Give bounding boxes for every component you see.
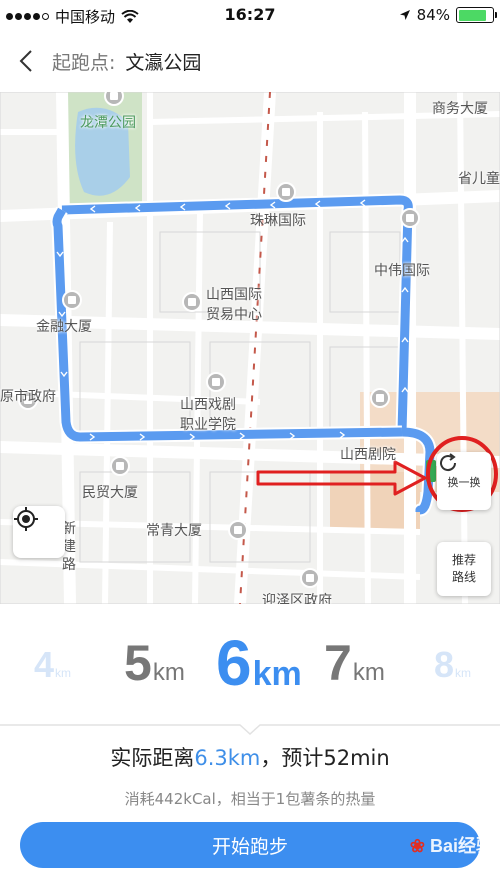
map-label-minying: 民贸大厦 [82, 485, 138, 501]
map-label-zhulin: 珠琳国际 [250, 213, 306, 229]
map-label-yingze-gov: 迎泽区政府 [262, 593, 332, 604]
recommend-route-button[interactable]: 推荐 路线 [437, 542, 491, 596]
distance-option-value: 4 [34, 644, 55, 685]
battery-fill [458, 9, 487, 21]
actual-distance: 实际距离6.3km，预计52min [0, 742, 500, 772]
location-arrow-icon [399, 10, 410, 20]
estimated-time: ，预计52min [260, 746, 390, 770]
poi-icon [276, 182, 296, 202]
distance-option-6-selected[interactable]: 6 km [216, 626, 302, 700]
watermark-text: Bai经验 [429, 836, 494, 856]
chevron-left-icon [19, 50, 32, 72]
map-label-changqing: 常青大厦 [146, 523, 202, 539]
battery-icon [456, 7, 497, 23]
poi-icon [400, 208, 420, 228]
start-point-name: 文瀛公园 [125, 51, 202, 74]
distance-option-unit: km [252, 655, 302, 693]
map-label-shangwu: 商务大厦 [432, 101, 488, 117]
distance-option-unit: km [455, 666, 472, 680]
calorie-info: 消耗442kCal，相当于1包薯条的热量 [124, 790, 376, 808]
distance-option-5[interactable]: 5 km [124, 634, 185, 692]
baidu-jingyan-watermark: ❀ Bai经验 [410, 832, 494, 858]
status-bar: 中国移动 16:27 84% [0, 0, 500, 30]
nav-bar: 起跑点: 文瀛公园 [0, 30, 500, 92]
distance-option-8[interactable]: 8 km [434, 644, 471, 686]
map-label-jinrong: 金融大厦 [36, 319, 92, 335]
distance-option-value: 6 [216, 627, 252, 699]
distance-picker[interactable]: 4 km 5 km 6 km 7 km 8 km [0, 604, 500, 724]
battery-percent: 84% [416, 6, 450, 24]
map-view[interactable]: 龙潭公园 商务大厦 省儿童 珠琳国际 中伟国际 山西国际 贸易中心 金融大厦 山… [0, 92, 500, 604]
switch-route-label: 换一换 [447, 476, 481, 489]
start-point-label: 起跑点: [52, 51, 116, 74]
actual-distance-value: 6.3km [194, 746, 261, 770]
map-label-shanxi-trade: 贸易中心 [206, 307, 262, 323]
poi-icon [182, 292, 202, 312]
recommend-route-label-2: 路线 [451, 570, 476, 584]
map-label-shengji: 省儿童 [458, 171, 500, 187]
page-title: 起跑点: 文瀛公园 [52, 48, 201, 75]
poi-icon [62, 290, 82, 310]
poi-icon [228, 520, 248, 540]
locate-icon [14, 507, 38, 531]
map-label-theater: 山西剧院 [340, 447, 396, 463]
locate-button[interactable] [13, 506, 65, 558]
map-label-drama-school: 山西戏剧 [180, 397, 236, 413]
poi-icon [370, 388, 390, 408]
map-label-city-gov: 原市政府 [0, 389, 56, 405]
distance-option-value: 7 [324, 635, 352, 691]
distance-option-7[interactable]: 7 km [324, 634, 385, 692]
distance-option-unit: km [55, 666, 72, 680]
picker-divider [0, 724, 500, 736]
actual-distance-prefix: 实际距离 [110, 746, 195, 770]
distance-option-unit: km [152, 659, 185, 686]
poi-icon [110, 456, 130, 476]
distance-option-unit: km [352, 659, 385, 686]
recommend-route-label-1: 推荐 [451, 553, 476, 567]
switch-route-button[interactable]: 换一换 [437, 452, 491, 510]
poi-icon [300, 568, 320, 588]
back-button[interactable] [0, 30, 52, 92]
map-label-zhongwei: 中伟国际 [374, 263, 430, 279]
map-label-shanxi-intl: 山西国际 [206, 287, 262, 303]
paw-icon: ❀ [409, 836, 425, 856]
map-label-drama-school-2: 职业学院 [180, 417, 236, 433]
distance-option-4[interactable]: 4 km [34, 644, 71, 686]
map-label-longtan-park: 龙潭公园 [80, 115, 136, 131]
distance-option-value: 8 [434, 644, 455, 685]
distance-option-value: 5 [124, 635, 152, 691]
status-right: 84% [399, 6, 497, 24]
refresh-icon [440, 453, 457, 472]
poi-icon [206, 372, 226, 392]
